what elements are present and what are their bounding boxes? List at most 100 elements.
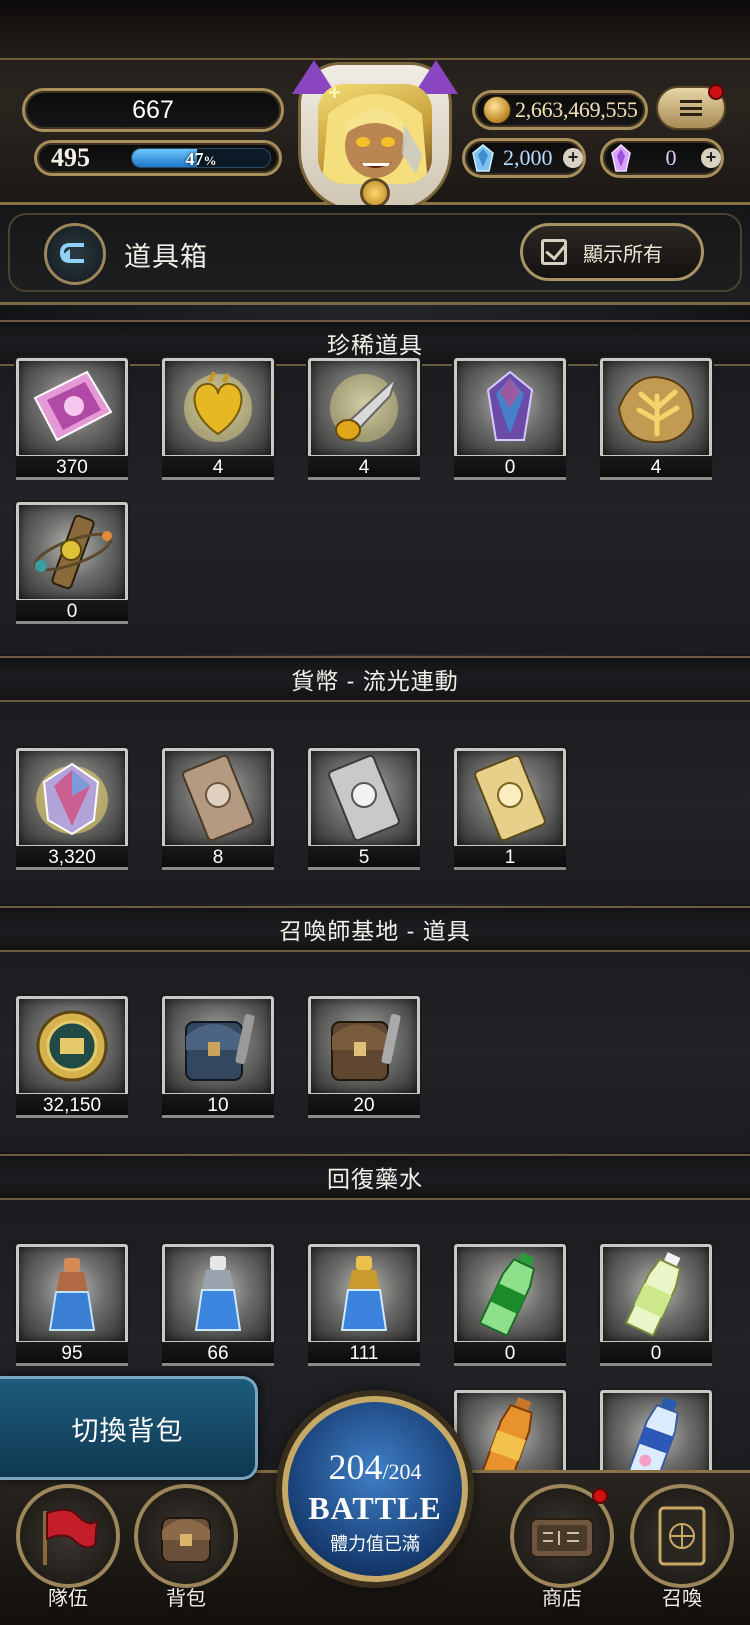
green-bottle-icon bbox=[478, 1252, 536, 1338]
inventory-item[interactable]: 0 bbox=[600, 1244, 712, 1366]
hamburger-icon bbox=[680, 100, 702, 116]
item-count: 20 bbox=[308, 1094, 420, 1118]
player-avatar[interactable]: + bbox=[292, 60, 458, 212]
nav-bag-circle bbox=[134, 1484, 238, 1588]
avatar-badge-icon bbox=[360, 178, 390, 208]
item-count: 3,320 bbox=[16, 846, 128, 870]
stamina-display: 204/204 bbox=[288, 1446, 462, 1488]
white-bottle-icon bbox=[624, 1252, 682, 1338]
gold-coin-icon bbox=[483, 96, 511, 124]
base-medal-icon bbox=[36, 1010, 108, 1082]
hud-ornament bbox=[0, 0, 750, 60]
pink-card-icon bbox=[33, 370, 113, 442]
level-value: 495 bbox=[51, 143, 90, 172]
blue-backpack-icon bbox=[185, 1014, 255, 1081]
item-slot bbox=[454, 748, 566, 848]
leaf-bag-icon bbox=[617, 376, 695, 444]
purple-gem-counter: 0 + bbox=[600, 138, 724, 178]
gold-counter: 2,663,469,555 bbox=[472, 90, 648, 130]
item-count: 5 bbox=[308, 846, 420, 870]
inventory-item[interactable]: 66 bbox=[162, 1244, 274, 1366]
stamina-max: /204 bbox=[382, 1459, 422, 1484]
nav-team-button[interactable]: 隊伍 bbox=[16, 1484, 120, 1614]
item-slot bbox=[308, 996, 420, 1096]
section-title: 珍稀道具 bbox=[327, 332, 423, 358]
battle-button[interactable]: 204/204 BATTLE 體力值已滿 bbox=[282, 1396, 468, 1582]
purple-gem-icon bbox=[611, 144, 631, 172]
inventory-item[interactable]: 32,150 bbox=[16, 996, 128, 1118]
small-potion-icon bbox=[48, 1258, 96, 1331]
item-count: 32,150 bbox=[16, 1094, 128, 1118]
golden-heart-icon bbox=[184, 371, 252, 442]
prism-gem-icon bbox=[36, 762, 108, 836]
inventory-item[interactable]: 4 bbox=[308, 358, 420, 480]
purple-gem-value: 0 bbox=[665, 145, 677, 170]
item-count: 4 bbox=[600, 456, 712, 480]
item-count: 0 bbox=[16, 600, 128, 624]
avatar-sparkle-icon: + bbox=[328, 80, 341, 105]
inventory-title-bar: 道具箱 顯示所有 bbox=[0, 205, 750, 305]
show-all-toggle[interactable]: 顯示所有 bbox=[520, 223, 704, 281]
inventory-item[interactable]: 4 bbox=[600, 358, 712, 480]
item-count: 4 bbox=[162, 456, 274, 480]
item-count: 66 bbox=[162, 1342, 274, 1366]
item-slot bbox=[16, 358, 128, 458]
inventory-item[interactable]: 20 bbox=[308, 996, 420, 1118]
golden-horn-icon bbox=[330, 374, 398, 442]
medium-potion-icon bbox=[194, 1256, 242, 1331]
item-count: 111 bbox=[308, 1342, 420, 1366]
menu-notification-dot bbox=[708, 84, 724, 100]
orbit-device-icon bbox=[33, 514, 113, 590]
nav-shop-label: 商店 bbox=[542, 1588, 582, 1610]
inventory-item[interactable]: 111 bbox=[308, 1244, 420, 1366]
gold-ticket-icon bbox=[474, 755, 546, 841]
backpack-icon bbox=[161, 1517, 211, 1563]
nav-bag-label: 背包 bbox=[166, 1588, 206, 1610]
item-slot bbox=[162, 1244, 274, 1344]
add-blue-gem-button[interactable]: + bbox=[563, 148, 583, 168]
player-score: 667 bbox=[22, 88, 284, 132]
inventory-item[interactable]: 4 bbox=[162, 358, 274, 480]
shop-sign-icon bbox=[530, 1518, 594, 1558]
inventory-item[interactable]: 370 bbox=[16, 358, 128, 480]
top-hud: 667 495 47% + 2,663,469,555 2,000 + 0 + bbox=[0, 0, 750, 212]
nav-summon-label: 召喚 bbox=[662, 1588, 702, 1610]
inventory-item[interactable]: 1 bbox=[454, 748, 566, 870]
show-all-checkbox[interactable] bbox=[541, 239, 567, 265]
blue-gem-value: 2,000 bbox=[503, 145, 553, 170]
switch-bag-label: 切換背包 bbox=[71, 1415, 184, 1446]
inventory-item[interactable]: 10 bbox=[162, 996, 274, 1118]
inventory-item[interactable]: 0 bbox=[16, 502, 128, 624]
blue-gem-counter: 2,000 + bbox=[462, 138, 586, 178]
exp-percent-label: 47% bbox=[185, 149, 217, 168]
nav-bag-button[interactable]: 背包 bbox=[134, 1484, 238, 1614]
section-header-base-items: 召喚師基地 - 道具 bbox=[0, 906, 750, 952]
item-slot bbox=[308, 358, 420, 458]
inventory-item[interactable]: 3,320 bbox=[16, 748, 128, 870]
inventory-item[interactable]: 0 bbox=[454, 358, 566, 480]
item-count: 0 bbox=[454, 456, 566, 480]
crystal-icon bbox=[486, 370, 534, 441]
section-title: 召喚師基地 - 道具 bbox=[279, 918, 471, 944]
section-title: 回復藥水 bbox=[327, 1166, 423, 1192]
item-slot bbox=[454, 358, 566, 458]
summon-card-icon bbox=[658, 1506, 706, 1566]
item-slot bbox=[16, 996, 128, 1096]
item-count: 4 bbox=[308, 456, 420, 480]
switch-bag-button[interactable]: 切換背包 bbox=[0, 1376, 258, 1480]
inventory-item[interactable]: 0 bbox=[454, 1244, 566, 1366]
section-header-currency: 貨幣 - 流光連動 bbox=[0, 656, 750, 702]
stamina-full-label: 體力值已滿 bbox=[330, 1534, 420, 1554]
item-slot bbox=[16, 748, 128, 848]
inventory-item[interactable]: 95 bbox=[16, 1244, 128, 1366]
item-count: 370 bbox=[16, 456, 128, 480]
inventory-item[interactable]: 5 bbox=[308, 748, 420, 870]
nav-summon-button[interactable]: 召喚 bbox=[630, 1484, 734, 1614]
item-slot bbox=[16, 502, 128, 602]
add-purple-gem-button[interactable]: + bbox=[701, 148, 721, 168]
item-slot bbox=[308, 748, 420, 848]
back-button[interactable] bbox=[44, 223, 106, 285]
inventory-item[interactable]: 8 bbox=[162, 748, 274, 870]
show-all-label: 顯示所有 bbox=[583, 243, 663, 266]
battle-label: BATTLE bbox=[308, 1490, 442, 1526]
